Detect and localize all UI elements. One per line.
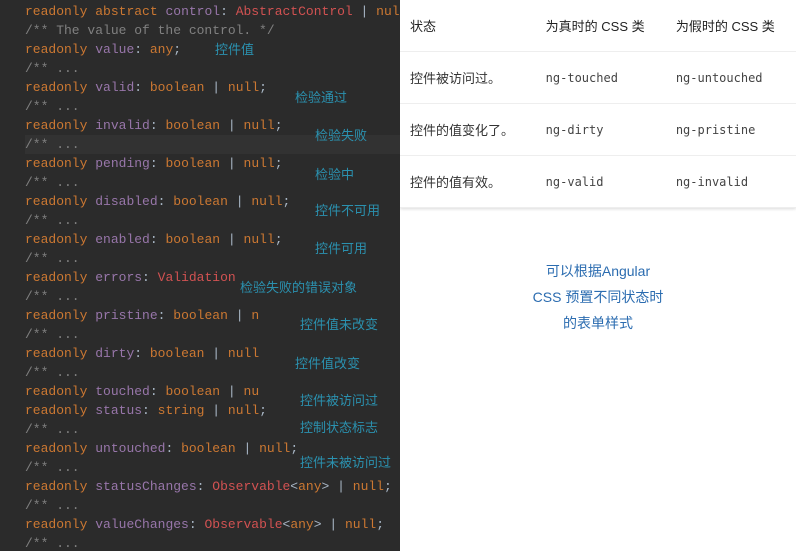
cell-state: 控件的值变化了。: [400, 104, 536, 156]
caption-text: 可以根据Angular CSS 预置不同状态时 的表单样式: [400, 258, 796, 336]
cell-falsy: ng-pristine: [666, 104, 796, 156]
code-line[interactable]: /** ...: [25, 59, 400, 78]
col-header-state: 状态: [400, 0, 536, 52]
code-editor-panel[interactable]: readonly abstract control: AbstractContr…: [0, 0, 400, 551]
css-class-table: 状态 为真时的 CSS 类 为假时的 CSS 类 控件被访问过。 ng-touc…: [400, 0, 796, 208]
code-annotation: 控制状态标志: [300, 418, 378, 437]
code-line[interactable]: /** The value of the control. */: [25, 21, 400, 40]
code-annotation: 控件值: [215, 40, 254, 59]
cell-truthy: ng-valid: [536, 156, 666, 208]
code-annotation: 检验中: [315, 165, 354, 184]
cell-state: 控件的值有效。: [400, 156, 536, 208]
cell-truthy: ng-touched: [536, 52, 666, 104]
code-annotation: 控件未被访问过: [300, 453, 391, 472]
code-annotation: 控件值未改变: [300, 315, 378, 334]
code-line[interactable]: /** ...: [25, 496, 400, 515]
col-header-false: 为假时的 CSS 类: [666, 0, 796, 52]
code-line[interactable]: readonly statusChanges: Observable<any> …: [25, 477, 400, 496]
table-row: 控件的值变化了。 ng-dirty ng-pristine: [400, 104, 796, 156]
caption-line-2: CSS 预置不同状态时: [450, 284, 746, 310]
table-row: 控件的值有效。 ng-valid ng-invalid: [400, 156, 796, 208]
table-header-row: 状态 为真时的 CSS 类 为假时的 CSS 类: [400, 0, 796, 52]
code-annotation: 检验失败的错误对象: [240, 278, 357, 297]
code-annotation: 控件可用: [315, 239, 367, 258]
cell-truthy: ng-dirty: [536, 104, 666, 156]
code-annotation: 控件不可用: [315, 201, 380, 220]
cell-state: 控件被访问过。: [400, 52, 536, 104]
cell-falsy: ng-untouched: [666, 52, 796, 104]
doc-panel: 状态 为真时的 CSS 类 为假时的 CSS 类 控件被访问过。 ng-touc…: [400, 0, 796, 551]
code-annotation: 控件值改变: [295, 354, 360, 373]
code-line[interactable]: readonly abstract control: AbstractContr…: [25, 2, 400, 21]
caption-line-1: 可以根据Angular: [450, 258, 746, 284]
code-line[interactable]: readonly value: any;: [25, 40, 400, 59]
col-header-true: 为真时的 CSS 类: [536, 0, 666, 52]
code-annotation: 控件被访问过: [300, 391, 378, 410]
table-row: 控件被访问过。 ng-touched ng-untouched: [400, 52, 796, 104]
code-annotation: 检验失败: [315, 126, 367, 145]
cell-falsy: ng-invalid: [666, 156, 796, 208]
code-line[interactable]: readonly valueChanges: Observable<any> |…: [25, 515, 400, 534]
code-line[interactable]: /** ...: [25, 534, 400, 551]
caption-line-3: 的表单样式: [450, 310, 746, 336]
code-annotation: 检验通过: [295, 88, 347, 107]
